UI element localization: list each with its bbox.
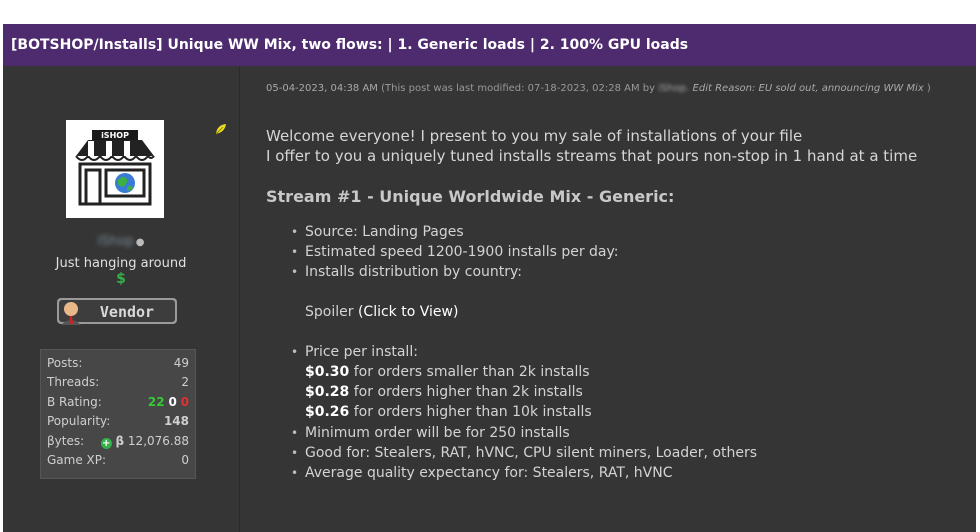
stat-gamexp: Game XP: 0	[47, 453, 189, 467]
user-title: Just hanging around	[55, 256, 187, 271]
price-row: $0.30 for orders smaller than 2k install…	[305, 364, 590, 380]
price-row: $0.28 for orders higher than 2k installs	[305, 384, 583, 400]
post-meta: 05-04-2023, 04:38 AM (This post was last…	[266, 83, 931, 94]
stream-details-list: Source: Landing Pages Estimated speed 12…	[266, 222, 966, 282]
stream-heading: Stream #1 - Unique Worldwide Mix - Gener…	[266, 187, 675, 206]
reputation-leaf-icon	[214, 121, 228, 140]
stat-posts: Posts: 49	[47, 356, 189, 370]
dollar-icon: $	[116, 271, 126, 287]
stat-bytes: βytes: + β 12,076.88	[47, 434, 189, 449]
list-item: Estimated speed 1200-1900 installs per d…	[266, 242, 966, 262]
post-date[interactable]: 05-04-2023, 04:38 AM	[266, 83, 378, 94]
stat-threads: Threads: 2	[47, 375, 189, 389]
stat-popularity: Popularity: 148	[47, 414, 189, 428]
stat-rating: B Rating: 22 0 0	[47, 393, 189, 411]
price-row: $0.26 for orders higher than 10k install…	[305, 404, 592, 420]
list-item: Average quality expectancy for: Stealers…	[266, 463, 966, 483]
list-item: Price per install:	[266, 342, 966, 362]
modified-by-user[interactable]: iShop.	[658, 83, 689, 94]
rating-values[interactable]: 22 0 0	[148, 393, 189, 411]
donate-plus-icon[interactable]: +	[100, 438, 112, 449]
username[interactable]: iShop ●	[3, 234, 239, 249]
list-item: Installs distribution by country:	[266, 262, 966, 282]
extra-details-list: Minimum order will be for 250 installs G…	[266, 423, 966, 483]
intro-line-2: I offer to you a uniquely tuned installs…	[266, 147, 918, 165]
price-list: Price per install:	[266, 342, 966, 362]
list-item: Good for: Stealers, RAT, hVNC, CPU silen…	[266, 443, 966, 463]
user-stats: Posts: 49 Threads: 2 B Rating: 22 0 0 Po…	[40, 349, 196, 479]
avatar[interactable]: iSHOP	[66, 120, 164, 218]
thread-title: [BOTSHOP/Installs] Unique WW Mix, two fl…	[3, 24, 976, 66]
list-item: Minimum order will be for 250 installs	[266, 423, 966, 443]
post-body: Welcome everyone! I present to you my sa…	[266, 126, 966, 483]
online-status-dot: ●	[135, 237, 145, 248]
intro-line-1: Welcome everyone! I present to you my sa…	[266, 127, 803, 145]
spoiler: Spoiler (Click to View)	[305, 304, 459, 320]
vendor-badge-text: Vendor	[100, 303, 154, 321]
edit-reason: Edit Reason: EU sold out, announcing WW …	[692, 83, 924, 94]
thread-container: [BOTSHOP/Installs] Unique WW Mix, two fl…	[3, 24, 976, 532]
shop-icon: iSHOP	[66, 120, 164, 218]
spoiler-toggle[interactable]: (Click to View)	[358, 304, 458, 320]
user-pane: iSHOP iShop ● Just hanging around $ Vend…	[3, 66, 240, 532]
avatar-text: iSHOP	[101, 131, 129, 140]
vendor-badge: Vendor	[57, 295, 177, 327]
list-item: Source: Landing Pages	[266, 222, 966, 242]
